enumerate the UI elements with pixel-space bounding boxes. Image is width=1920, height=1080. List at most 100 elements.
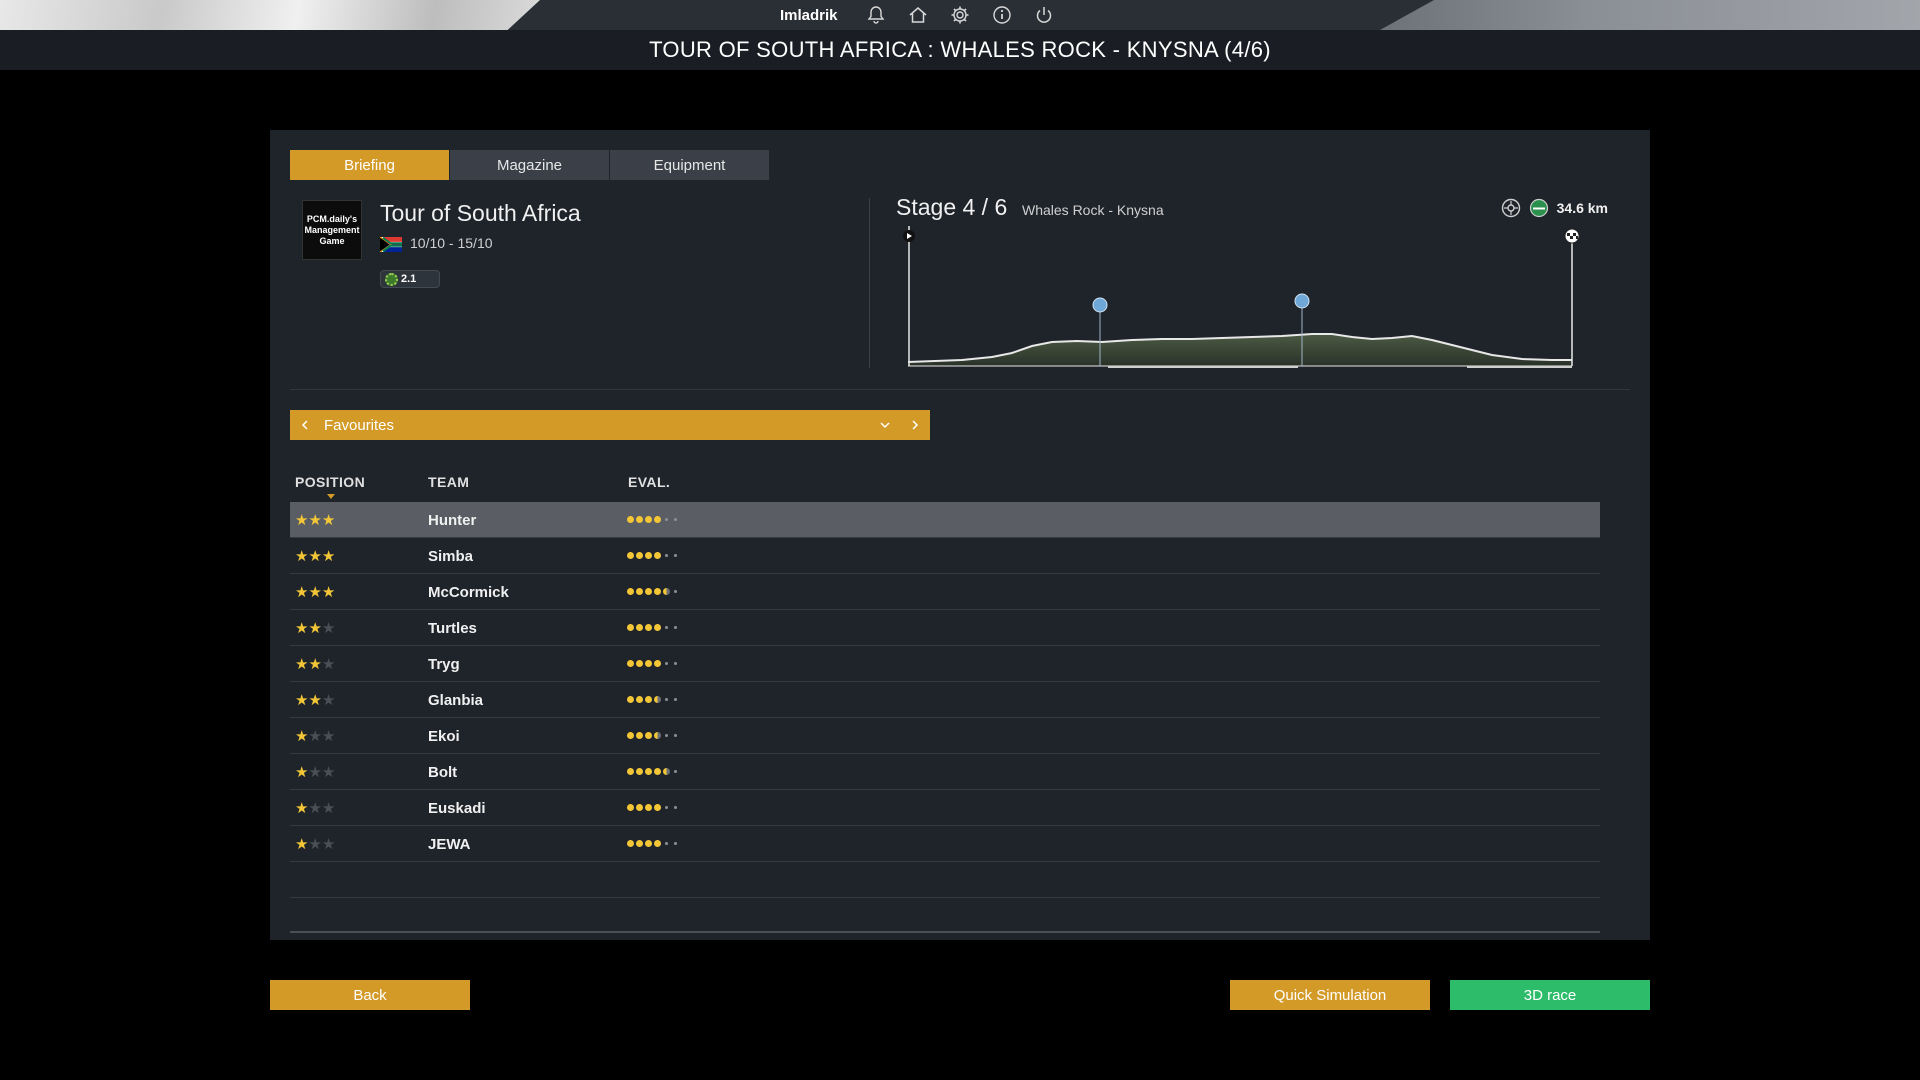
eval-dot-full-icon [645,839,652,847]
star-filled-icon: ★ [308,512,322,529]
position-stars: ★★★ [295,691,335,709]
selector-prev-button[interactable] [290,410,320,440]
eval-rating [627,512,679,526]
race-dates: 10/10 - 15/10 [410,235,493,251]
table-row[interactable]: ★★★ Euskadi [290,790,1600,826]
race-info: PCM.daily's Management Game Tour of Sout… [302,200,862,310]
eval-dot-full-icon [645,659,652,667]
star-filled-icon: ★ [295,620,309,637]
eval-dot-full-icon [645,731,652,739]
empty-row [290,862,1600,898]
star-empty-icon: ★ [321,800,336,817]
star-empty-icon: ★ [321,656,336,673]
star-filled-icon: ★ [295,800,309,817]
top-bar: Imladrik [0,0,1920,30]
gear-icon[interactable] [948,3,972,27]
eval-dot-empty-icon [665,661,668,665]
eval-dot-full-icon [645,767,652,775]
column-header-eval[interactable]: EVAL. [628,474,670,490]
column-header-team[interactable]: TEAM [428,474,469,490]
eval-dot-empty-icon [665,733,668,737]
eval-dot-empty-icon [665,841,668,845]
star-filled-icon: ★ [308,548,322,565]
power-icon[interactable] [1032,3,1056,27]
star-filled-icon: ★ [308,584,322,601]
table-body: ★★★ Hunter ★★★ Simba ★★★ McCormick ★★★ Turtles ★… [290,502,1600,862]
star-empty-icon: ★ [308,764,322,781]
eval-dot-empty-icon [665,553,668,557]
table-row[interactable]: ★★★ Hunter [290,502,1600,538]
eval-dot-full-icon [645,695,652,703]
position-stars: ★★★ [295,655,335,673]
eval-dot-full-icon [654,767,661,775]
race-logo: PCM.daily's Management Game [302,200,362,260]
column-header-position[interactable]: POSITION [295,474,365,490]
eval-dot-empty-icon [674,517,677,521]
team-name: Bolt [428,764,458,781]
table-row[interactable]: ★★★ McCormick [290,574,1600,610]
selector-dropdown-button[interactable] [870,410,900,440]
eval-dot-full-icon [654,659,661,667]
favourites-table: POSITION TEAM EVAL. ★★★ Hunter ★★★ Simba ★★★… [290,462,1600,933]
bell-icon[interactable] [864,3,888,27]
eval-dot-full-icon [627,803,634,811]
eval-dot-full-icon [654,551,661,559]
race-class-label: 2.1 [401,273,417,285]
star-filled-icon: ★ [295,692,309,709]
vertical-divider [869,198,870,368]
list-selector: Favourites [290,410,930,440]
flat-terrain-icon [1529,198,1548,218]
tab-magazine[interactable]: Magazine [450,150,610,180]
eval-dot-full-icon [636,731,643,739]
table-row[interactable]: ★★★ Simba [290,538,1600,574]
star-empty-icon: ★ [308,800,322,817]
eval-dot-full-icon [636,767,643,775]
table-row[interactable]: ★★★ Tryg [290,646,1600,682]
eval-dot-full-icon [636,587,643,595]
chevron-right-icon [912,420,919,430]
eval-dot-full-icon [645,515,652,523]
eval-dot-empty-icon [674,841,677,845]
home-icon[interactable] [906,3,930,27]
eval-dot-full-icon [654,587,661,595]
table-row[interactable]: ★★★ Ekoi [290,718,1600,754]
star-empty-icon: ★ [321,836,336,853]
position-stars: ★★★ [295,547,335,565]
eval-rating [627,692,679,706]
eval-dot-empty-icon [674,733,677,737]
back-button[interactable]: Back [270,980,470,1010]
eval-dot-full-icon [627,695,634,703]
stage-type-icon [1501,198,1520,218]
star-empty-icon: ★ [321,728,336,745]
team-name: Turtles [428,620,477,637]
position-stars: ★★★ [295,799,335,817]
eval-dot-full-icon [627,587,634,595]
eval-dot-full-icon [645,551,652,559]
table-row[interactable]: ★★★ Turtles [290,610,1600,646]
eval-dot-full-icon [627,623,634,631]
selector-next-button[interactable] [900,410,930,440]
table-row[interactable]: ★★★ JEWA [290,826,1600,862]
tab-equipment[interactable]: Equipment [610,150,770,180]
tab-briefing[interactable]: Briefing [290,150,450,180]
table-row[interactable]: ★★★ Glanbia [290,682,1600,718]
quick-simulation-button[interactable]: Quick Simulation [1230,980,1430,1010]
info-icon[interactable] [990,3,1014,27]
team-name: Glanbia [428,692,484,709]
table-row[interactable]: ★★★ Bolt [290,754,1600,790]
eval-dot-full-icon [636,659,643,667]
eval-rating [627,836,679,850]
eval-dot-full-icon [627,767,634,775]
top-bar-decoration-left [0,0,540,30]
username[interactable]: Imladrik [780,7,838,24]
team-name: Tryg [428,656,460,673]
selector-label[interactable]: Favourites [320,417,870,434]
eval-dot-full-icon [654,623,661,631]
eval-dot-full-icon [627,839,634,847]
eval-dot-empty-icon [665,805,668,809]
eval-rating [627,728,679,742]
eval-dot-full-icon [636,515,643,523]
stage-route: Whales Rock - Knysna [1022,202,1164,218]
3d-race-button[interactable]: 3D race [1450,980,1650,1010]
star-filled-icon: ★ [295,548,309,565]
